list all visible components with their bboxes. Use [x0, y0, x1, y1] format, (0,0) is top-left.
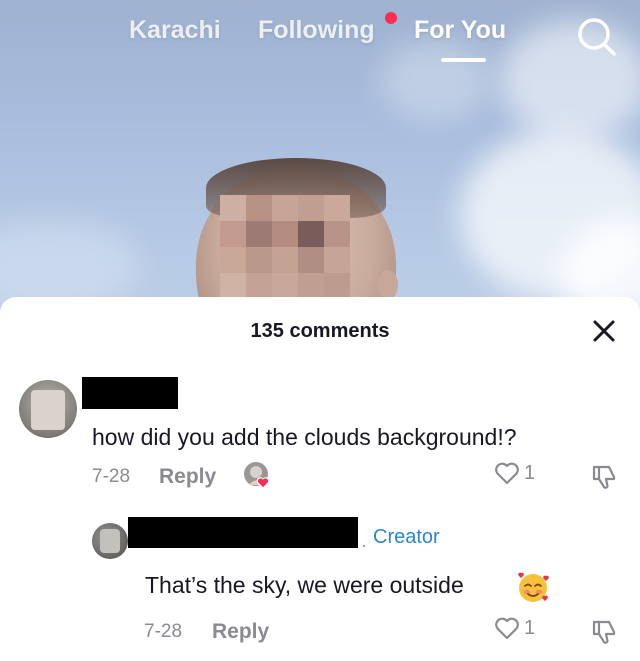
like-button[interactable]: 1 — [494, 616, 535, 640]
smiling-face-with-hearts-icon — [518, 572, 549, 602]
search-icon[interactable] — [574, 14, 618, 58]
comment-text: how did you add the clouds background!? — [92, 424, 517, 450]
avatar[interactable] — [92, 523, 128, 559]
notification-dot — [385, 12, 397, 24]
reply-button[interactable]: Reply — [159, 465, 216, 489]
tab-for-you[interactable]: For You — [414, 16, 506, 45]
tab-following[interactable]: Following — [258, 16, 375, 45]
dislike-icon[interactable] — [589, 462, 619, 492]
username-redacted — [128, 517, 358, 548]
active-tab-indicator — [441, 58, 486, 62]
like-count: 1 — [524, 461, 536, 484]
comment-date: 7-28 — [92, 466, 131, 487]
heart-icon — [495, 462, 519, 485]
heart-icon — [495, 617, 519, 640]
close-icon[interactable] — [588, 315, 620, 347]
dislike-icon[interactable] — [589, 617, 619, 647]
creator-badge: Creator — [373, 526, 440, 548]
avatar[interactable] — [19, 380, 77, 438]
top-nav: Karachi Following For You — [0, 0, 640, 70]
username-redacted — [82, 377, 178, 409]
separator-dot: · — [361, 535, 367, 555]
face-pixelation — [220, 195, 350, 299]
like-count: 1 — [524, 616, 536, 639]
like-button[interactable]: 1 — [494, 461, 535, 485]
reply-text: That’s the sky, we were outside — [145, 572, 464, 598]
liked-by-creator-icon — [244, 462, 270, 489]
video-background[interactable]: Karachi Following For You — [0, 0, 640, 320]
person-ear — [378, 270, 398, 300]
reply-date: 7-28 — [144, 621, 183, 642]
tab-location[interactable]: Karachi — [129, 16, 221, 45]
comments-sheet: 135 comments how did you add the clouds … — [0, 297, 640, 661]
comments-count-title: 135 comments — [250, 320, 390, 342]
reply-button[interactable]: Reply — [212, 620, 269, 644]
